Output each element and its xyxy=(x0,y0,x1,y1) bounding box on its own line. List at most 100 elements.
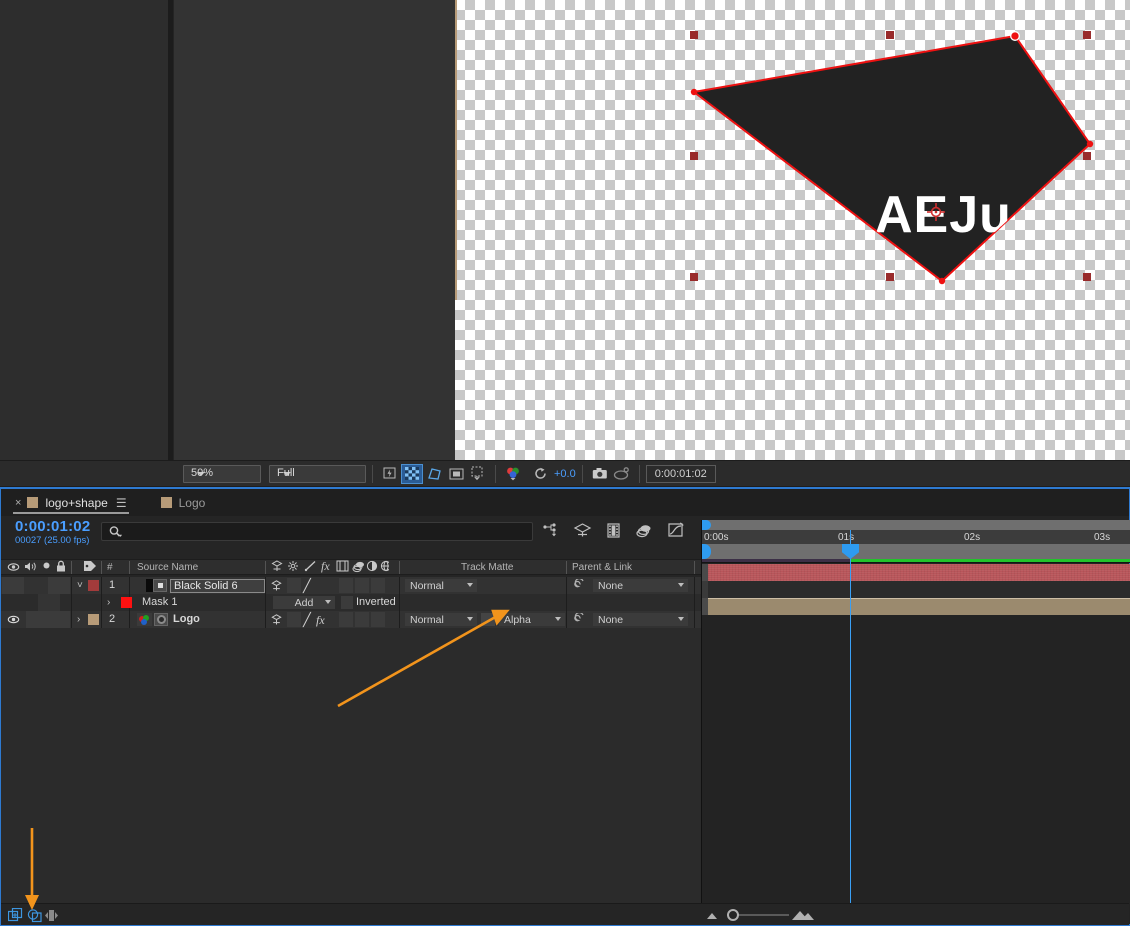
graph-editor-icon[interactable] xyxy=(665,519,685,541)
column-index[interactable]: # xyxy=(107,560,113,575)
frame-blend-switch[interactable] xyxy=(339,612,353,627)
motion-blur-switch[interactable] xyxy=(355,578,369,593)
tab-logo[interactable]: Logo xyxy=(155,489,212,516)
hide-shy-layers-icon[interactable] xyxy=(603,519,623,541)
layer-lock-toggle[interactable] xyxy=(48,577,70,594)
blend-mode-select[interactable]: Normal xyxy=(405,613,477,626)
layer-visibility-toggle[interactable] xyxy=(2,577,24,594)
layer-source-toggle-icon[interactable] xyxy=(153,579,167,592)
expand-collapse-icon[interactable] xyxy=(43,907,59,923)
tab-logo-shape[interactable]: × logo+shape ☰ xyxy=(9,489,133,516)
table-row[interactable]: › 2 Logo ╱ fx Normal xyxy=(1,611,701,628)
quality-switch[interactable] xyxy=(287,612,301,627)
layer-list-empty-area[interactable] xyxy=(1,628,701,903)
frame-rate-info: 00027 (25.00 fps) xyxy=(15,535,89,546)
cache-bar-cached xyxy=(850,559,1130,562)
shy-icon[interactable] xyxy=(269,579,283,592)
region-of-interest-icon[interactable] xyxy=(446,465,466,483)
show-snapshot-icon[interactable] xyxy=(612,465,632,483)
composition-left-edge xyxy=(455,0,457,300)
resolution-select[interactable]: Full xyxy=(269,465,366,483)
close-icon[interactable]: × xyxy=(15,497,21,509)
toggle-switches-modes-icon[interactable] xyxy=(7,907,23,923)
mask-inverted-label: Inverted xyxy=(356,594,396,611)
composition-viewer[interactable]: AEJu xyxy=(455,0,1130,460)
track-matte-select[interactable]: Alpha xyxy=(499,613,565,626)
layer-bar-logo[interactable] xyxy=(708,598,1130,615)
zoom-in-icon[interactable] xyxy=(791,909,815,921)
project-panel[interactable] xyxy=(0,0,168,460)
parent-value: None xyxy=(598,580,623,592)
column-track-matte[interactable]: Track Matte xyxy=(461,560,513,575)
viewer-timecode[interactable]: 0:00:01:02 xyxy=(646,465,716,483)
parent-select[interactable]: None xyxy=(593,613,688,626)
channel-rgb-icon[interactable] xyxy=(503,465,523,483)
quality-switch[interactable] xyxy=(287,578,301,593)
motion-blur-switch[interactable] xyxy=(355,612,369,627)
toggle-mask-shape-visibility-icon[interactable] xyxy=(424,465,444,483)
timeline-panel: × logo+shape ☰ Logo 0:00:01:02 00027 (25… xyxy=(0,487,1130,926)
exposure-value[interactable]: +0.0 xyxy=(554,468,576,480)
time-ruler[interactable]: 0:00s 01s 02s 03s xyxy=(702,520,1130,559)
parent-select[interactable]: None xyxy=(593,579,688,592)
frame-blend-switch[interactable] xyxy=(339,578,353,593)
timeline-graph-area[interactable]: 0:00s 01s 02s 03s xyxy=(701,520,1129,924)
frame-blending-icon[interactable] xyxy=(634,519,654,541)
work-area-bar[interactable] xyxy=(702,544,1130,559)
table-row[interactable]: ˅ 1 Black Solid 6 ╱ Normal xyxy=(1,577,701,594)
blend-mode-select[interactable]: Normal xyxy=(405,579,477,592)
mask-inverted-checkbox[interactable] xyxy=(341,596,353,609)
toggle-transparency-grid-icon[interactable] xyxy=(402,465,422,483)
grid-guides-icon[interactable] xyxy=(468,465,488,483)
quality-draft-icon[interactable]: ╱ xyxy=(303,578,311,594)
effect-controls-panel[interactable] xyxy=(173,0,455,460)
masked-solid-shape xyxy=(694,36,1090,281)
composition-canvas[interactable]: AEJu xyxy=(455,0,1130,460)
chevron-right-icon[interactable]: › xyxy=(107,597,110,608)
layer-name[interactable]: Logo xyxy=(173,611,200,628)
ruler-tick-label: 0:00s xyxy=(704,532,728,543)
mask-mode-select[interactable]: Add xyxy=(273,596,335,609)
take-snapshot-icon[interactable] xyxy=(590,465,610,483)
column-source-name[interactable]: Source Name xyxy=(137,560,198,575)
mask-row[interactable]: › Mask 1 Add Inverted xyxy=(1,594,701,611)
playhead-line[interactable] xyxy=(850,530,851,924)
panel-menu-icon[interactable]: ☰ xyxy=(116,497,127,509)
layer-audio-toggle[interactable] xyxy=(26,611,48,628)
mask-name[interactable]: Mask 1 xyxy=(142,594,177,611)
shy-icon[interactable] xyxy=(269,613,283,626)
composition-render-icon[interactable] xyxy=(26,907,42,923)
fast-previews-icon[interactable] xyxy=(380,465,400,483)
divider xyxy=(129,561,130,574)
slider-knob[interactable] xyxy=(727,909,739,921)
chevron-down-icon xyxy=(325,600,331,604)
track-matte-toggle[interactable] xyxy=(481,613,495,626)
layer-label-color[interactable] xyxy=(88,614,99,625)
zoom-out-icon[interactable] xyxy=(705,911,723,920)
layer-source-toggle-icon[interactable] xyxy=(154,613,168,626)
layer-lock-toggle[interactable] xyxy=(48,611,70,628)
chevron-right-icon[interactable]: › xyxy=(77,614,80,625)
adjustment-switch[interactable] xyxy=(371,578,385,593)
layer-label-color[interactable] xyxy=(88,580,99,591)
adjustment-switch[interactable] xyxy=(371,612,385,627)
mask-color-swatch[interactable] xyxy=(121,597,132,608)
composition-mini-flowchart-icon[interactable] xyxy=(541,519,561,541)
layer-bar-black-solid[interactable] xyxy=(708,564,1130,581)
timeline-footer xyxy=(1,903,1129,925)
divider xyxy=(399,561,400,574)
current-timecode[interactable]: 0:00:01:02 xyxy=(15,518,90,535)
layer-name-input[interactable]: Black Solid 6 xyxy=(170,579,265,593)
chevron-down-icon xyxy=(678,583,684,587)
draft-3d-icon[interactable] xyxy=(572,519,592,541)
reset-exposure-icon[interactable] xyxy=(530,465,550,483)
tab-label: Logo xyxy=(179,496,206,510)
chevron-down-icon[interactable]: ˅ xyxy=(77,580,83,591)
quality-draft-icon[interactable]: ╱ xyxy=(303,612,311,628)
column-parent-link[interactable]: Parent & Link xyxy=(572,560,632,575)
timeline-zoom-slider[interactable] xyxy=(703,908,813,922)
chevron-down-icon xyxy=(555,617,561,621)
effects-icon[interactable]: fx xyxy=(316,613,325,628)
zoom-level-select[interactable]: 50% xyxy=(183,465,261,483)
search-input[interactable] xyxy=(101,522,533,541)
